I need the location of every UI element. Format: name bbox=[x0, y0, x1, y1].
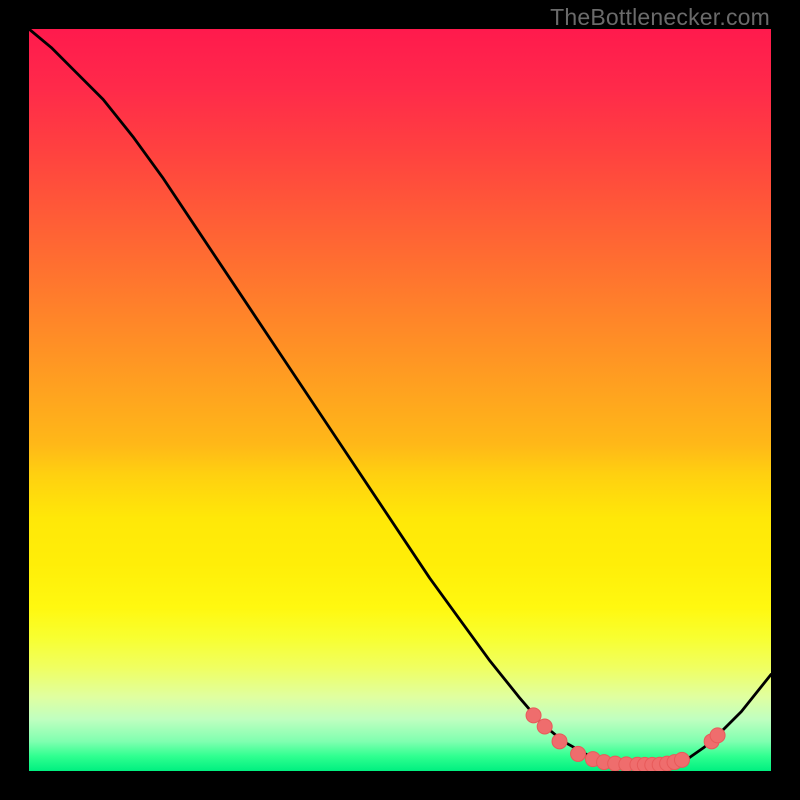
plot-gradient-background bbox=[29, 29, 771, 771]
watermark-text: TheBottlenecker.com bbox=[550, 4, 770, 31]
figure-container: TheBottlenecker.com bbox=[0, 0, 800, 800]
